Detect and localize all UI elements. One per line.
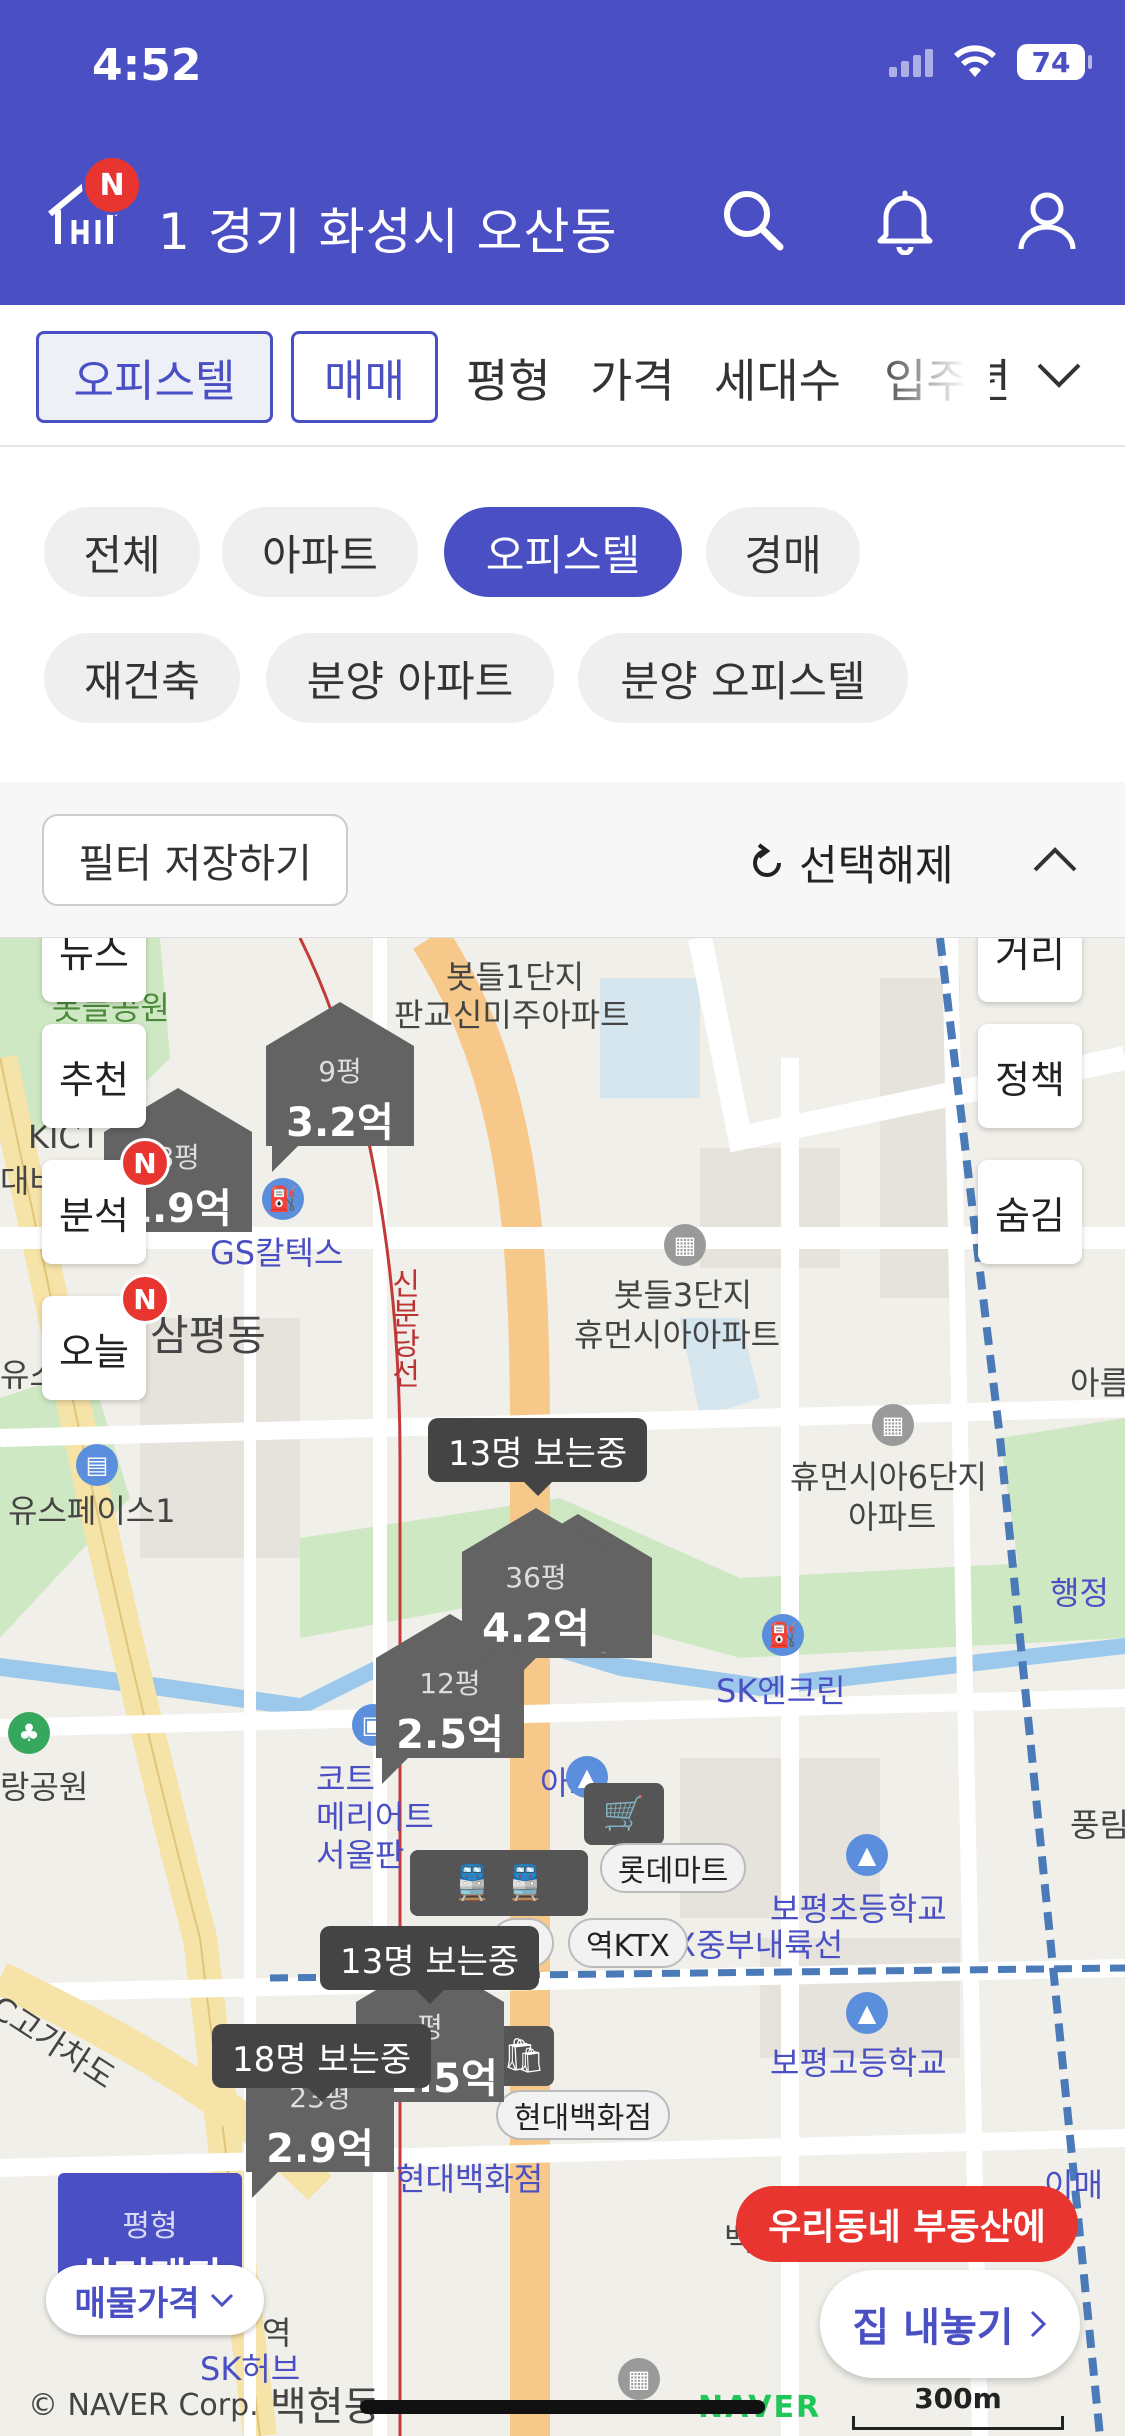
- chevron-down-icon[interactable]: [1034, 357, 1084, 393]
- deal-filter-chip[interactable]: 매매: [291, 331, 438, 423]
- user-icon[interactable]: [1012, 185, 1082, 255]
- tab-households[interactable]: 세대수: [714, 345, 841, 411]
- status-indicators: 74: [889, 44, 1092, 80]
- map-view[interactable]: 봇들공원 봇들1단지 판교신미주아파트 KICT 대바 GS칼텍스 삼평동 유스…: [0, 938, 1125, 2436]
- ktx-station-tag[interactable]: 역KTX: [568, 1918, 688, 1968]
- type-pill-auction[interactable]: 경매: [706, 507, 860, 597]
- type-pill-officetel[interactable]: 오피스텔: [444, 507, 682, 597]
- apartment-poi-icon: ▦: [664, 1224, 706, 1266]
- map-label-hm6b: 아파트: [848, 1498, 937, 1536]
- tab-price[interactable]: 가격: [590, 345, 675, 411]
- train-station-icon: 🚆 🚆: [410, 1850, 588, 1916]
- tab-fade: [870, 305, 990, 445]
- type-pill-presale-officetel[interactable]: 분양 오피스텔: [578, 633, 908, 723]
- current-location[interactable]: 1 경기 화성시 오산동: [158, 192, 618, 264]
- map-label-apt3b: 휴먼시아아파트: [574, 1316, 781, 1354]
- map-scale-bar: [852, 2416, 1064, 2430]
- chevron-up-icon[interactable]: [1030, 842, 1080, 876]
- search-icon[interactable]: [718, 185, 788, 255]
- map-label-cort3: 서울판: [316, 1836, 405, 1874]
- type-pill-presale-apt[interactable]: 분양 아파트: [266, 633, 554, 723]
- map-label-arum: 아름: [1070, 1364, 1125, 1402]
- news-button[interactable]: 뉴스: [42, 938, 146, 1002]
- reset-label: 선택해제: [799, 841, 954, 890]
- map-label-park2: 랑공원: [0, 1768, 89, 1806]
- map-label-bohigh: 보평고등학교: [770, 2044, 947, 2082]
- building-poi-icon: ▤: [76, 1444, 118, 1486]
- viewing-count-bubble: 18명 보는중: [212, 2024, 432, 2102]
- map-label-apt1b: 판교신미주아파트: [394, 996, 630, 1034]
- apartment-poi-icon: ▦: [872, 1404, 914, 1446]
- map-label-haeng: 행정: [1050, 1574, 1109, 1612]
- price-type-select[interactable]: 매물가격: [46, 2265, 264, 2335]
- map-label-rail: 신분당선: [385, 1268, 420, 1388]
- reset-selection-button[interactable]: 선택해제: [745, 832, 954, 893]
- list-property-button[interactable]: 집 내놓기: [820, 2270, 1080, 2378]
- save-filter-button[interactable]: 필터 저장하기: [42, 814, 348, 906]
- viewing-count-bubble: 13명 보는중: [428, 1418, 648, 1496]
- new-badge: N: [82, 155, 142, 215]
- hyundai-store-tag[interactable]: 현대백화점: [496, 2090, 670, 2140]
- chevron-right-icon: [1030, 2310, 1046, 2338]
- promo-banner-label[interactable]: 우리동네 부동산에: [736, 2186, 1078, 2262]
- school-poi-icon: ▲: [846, 1834, 888, 1876]
- app-header: 4:52 74 N 1 경기 화성시 오산동: [0, 0, 1125, 305]
- map-label-pungr: 풍림: [1070, 1806, 1125, 1844]
- recommend-button[interactable]: 추천: [42, 1024, 146, 1128]
- filter-tab-bar: 오피스텔 매매 평형 가격 세대수 입주년: [0, 305, 1125, 447]
- new-badge: N: [120, 1138, 170, 1188]
- apartment-poi-icon: ▦: [618, 2358, 660, 2400]
- map-copyright: © NAVER Corp.: [28, 2388, 259, 2423]
- wifi-icon: [954, 45, 996, 77]
- property-type-selector: 전체 아파트 오피스텔 경매 재건축 분양 아파트 분양 오피스텔: [0, 447, 1125, 782]
- hide-button[interactable]: 숨김: [978, 1160, 1082, 1264]
- viewing-count-bubble: 13명 보는중: [320, 1926, 540, 2004]
- cart-icon: 🛒: [584, 1783, 664, 1845]
- battery-icon: 74: [1017, 44, 1092, 80]
- home-indicator: [360, 2400, 765, 2414]
- price-marker[interactable]: 9평 3.2억: [266, 1002, 414, 1172]
- tab-size[interactable]: 평형: [466, 345, 551, 411]
- reset-icon: [753, 842, 781, 877]
- cellular-signal-icon: [889, 47, 933, 77]
- type-pill-all[interactable]: 전체: [44, 507, 200, 597]
- school-poi-icon: ▲: [846, 1992, 888, 2034]
- price-marker[interactable]: 36평 4.2억: [462, 1508, 610, 1678]
- new-badge: N: [120, 1274, 170, 1324]
- distance-button[interactable]: 거리: [978, 938, 1082, 1002]
- lotte-mart-tag[interactable]: 롯데마트: [600, 1843, 747, 1893]
- bell-icon[interactable]: [870, 185, 940, 255]
- park-poi-icon: ♣: [8, 1712, 50, 1754]
- type-filter-chip[interactable]: 오피스텔: [36, 331, 273, 423]
- map-label-hd2: 현대백화점: [396, 2160, 544, 2198]
- type-pill-rebuild[interactable]: 재건축: [44, 633, 240, 723]
- chevron-down-icon: [210, 2293, 233, 2308]
- map-scale-label: 300m: [914, 2382, 1002, 2415]
- type-pill-apartment[interactable]: 아파트: [222, 507, 418, 597]
- map-label-area: 삼평동: [150, 1311, 266, 1360]
- gas-station-icon: ⛽: [262, 1178, 304, 1220]
- gas-station-icon: ⛽: [762, 1614, 804, 1656]
- filter-action-bar: 필터 저장하기 선택해제: [0, 782, 1125, 938]
- policy-button[interactable]: 정책: [978, 1024, 1082, 1128]
- map-label-sk: SK엔크린: [716, 1672, 846, 1710]
- map-label-usp: 유스페이스1: [8, 1492, 176, 1530]
- status-time: 4:52: [92, 40, 202, 91]
